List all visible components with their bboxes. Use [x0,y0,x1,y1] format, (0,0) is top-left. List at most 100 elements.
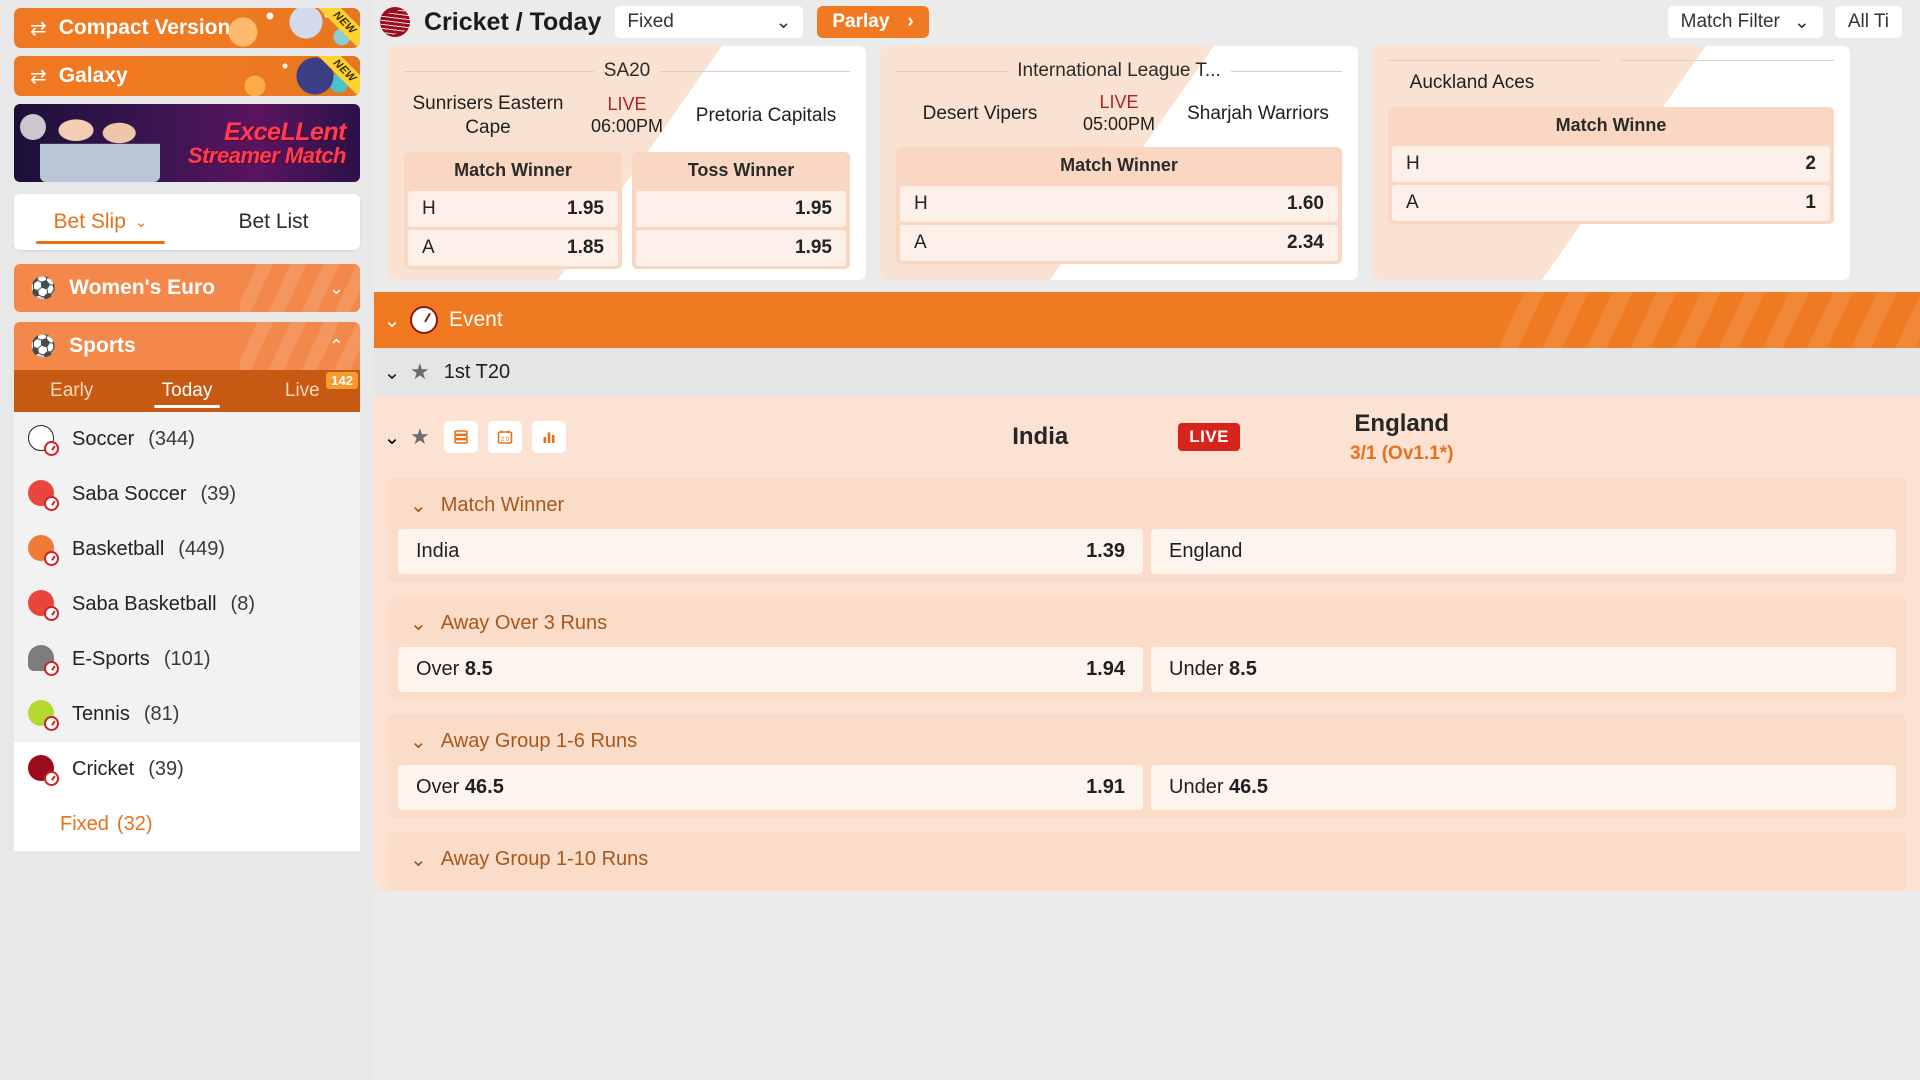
section-womens-euro[interactable]: ⚽ Women's Euro ⌄ [14,264,360,312]
market-title: Away Group 1-6 Runs [441,730,637,753]
betslip-card: Bet Slip ⌄ Bet List [14,194,360,250]
chevron-down-icon: ⌄ [1794,11,1810,34]
parlay-label: Parlay [832,11,889,33]
live-badge: LIVE [1178,423,1240,451]
market-type-value: Fixed [627,11,673,33]
promo-galaxy[interactable]: ⇄ Galaxy NEW [14,56,360,96]
sport-label: Basketball [72,538,164,561]
match-card[interactable]: International League T... Desert Vipers … [880,46,1358,280]
selection[interactable]: Over 8.5 1.94 [398,647,1143,692]
chevron-down-icon[interactable]: ⌄ [374,360,410,385]
tab-bet-slip-label: Bet Slip [54,210,126,234]
promo-artwork [210,8,360,48]
chevron-down-icon[interactable]: ⌄ [374,308,410,333]
selection[interactable]: India 1.39 [398,529,1143,574]
section-sports[interactable]: ⚽ Sports ⌃ [14,322,360,370]
selection[interactable]: Under 46.5 [1151,765,1896,810]
sport-row-e-sports[interactable]: E-Sports (101) [14,632,360,687]
sport-row-basketball[interactable]: Basketball (449) [14,522,360,577]
selection-prefix: Under [1169,776,1223,798]
market-type-select[interactable]: Fixed ⌄ [615,6,803,38]
market-header[interactable]: ⌄ Away Group 1-10 Runs [388,838,1906,883]
sub-tab-today-label: Today [162,380,213,402]
main-content: Cricket / Today Fixed ⌄ Parlay › Match F… [374,0,1920,1080]
match-card[interactable]: SA20 Sunrisers Eastern Cape LIVE 06:00PM… [388,46,866,280]
selection[interactable]: England [1151,529,1896,574]
swap-icon: ⇄ [30,64,47,89]
live-count-badge: 142 [326,372,358,389]
section-womens-euro-label: Women's Euro [69,276,215,300]
card-market: Toss Winner 1.95 1.95 [632,152,850,269]
saba-soccer-icon [28,480,58,510]
star-icon[interactable]: ★ [410,424,430,450]
promo-label: Compact Version [59,16,231,40]
card-odd-row[interactable]: 1.95 [636,191,846,227]
event-header-bar[interactable]: ⌄ Event [374,292,1920,348]
card-markets: Match Winne H 2 A 1 [1388,107,1834,224]
statistics-icon[interactable] [532,421,566,453]
sub-tab-early[interactable]: Early [14,370,129,412]
sport-row-tennis[interactable]: Tennis (81) [14,687,360,742]
sport-row-saba-soccer[interactable]: Saba Soccer (39) [14,467,360,522]
market-header[interactable]: ⌄ Away Over 3 Runs [388,602,1906,647]
sport-label: Tennis [72,703,130,726]
market-block: ⌄ Away Over 3 Runs Over 8.5 1.94 Under [388,596,1906,700]
market-header[interactable]: ⌄ Match Winner [388,484,1906,529]
match-filter-select[interactable]: Match Filter ⌄ [1668,6,1823,38]
parlay-button[interactable]: Parlay › [817,6,928,38]
selection-label: Under 46.5 [1169,776,1268,799]
page-title: Cricket / Today [424,8,601,37]
selection-label: England [1169,540,1242,563]
sidebar: ⇄ Compact Version NEW ⇄ Galaxy NEW ExceL… [0,0,374,1080]
sport-label: Saba Basketball [72,593,217,616]
promo-compact-version[interactable]: ⇄ Compact Version NEW [14,8,360,48]
card-odd-row[interactable]: A 2.34 [900,225,1338,261]
card-odd-row[interactable]: A 1.85 [408,230,618,266]
sport-row-saba-basketball[interactable]: Saba Basketball (8) [14,577,360,632]
card-live-label: LIVE [1099,92,1138,112]
match-cards-strip[interactable]: SA20 Sunrisers Eastern Cape LIVE 06:00PM… [374,44,1920,290]
card-odd-row[interactable]: H 1.95 [408,191,618,227]
sports-sub-tabs: Early Today Live 142 [14,370,360,412]
card-odd-row[interactable]: A 1 [1392,185,1830,221]
chevron-right-icon: › [907,11,913,33]
star-icon[interactable]: ★ [410,359,430,385]
card-home-team: Sunrisers Eastern Cape [404,92,572,140]
sub-tab-live[interactable]: Live 142 [245,370,360,412]
sport-row-cricket[interactable]: Cricket (39) [14,742,360,797]
sport-label: Soccer [72,428,134,451]
soccer-icon [28,425,58,455]
tab-bet-slip[interactable]: Bet Slip ⌄ [14,194,187,250]
match-action-buttons: 2:0 [444,421,566,453]
chevron-down-icon[interactable]: ⌄ [374,425,410,450]
card-league-name: International League T... [1017,60,1221,82]
league-row[interactable]: ⌄ ★ 1st T20 [374,348,1920,396]
card-odd-row[interactable]: 1.95 [636,230,846,266]
card-market: Match Winne H 2 A 1 [1388,107,1834,224]
card-odd-row[interactable]: H 2 [1392,146,1830,182]
market-title: Match Winner [441,494,564,517]
card-odd-row[interactable]: H 1.60 [900,186,1338,222]
match-calendar-icon[interactable]: 2:0 [488,421,522,453]
market-header[interactable]: ⌄ Away Group 1-6 Runs [388,720,1906,765]
card-market: Match Winner H 1.60 A 2.34 [896,147,1342,264]
time-filter-select[interactable]: All Ti [1835,6,1902,38]
match-block: ⌄ ★ 2:0 India LIVE [374,396,1920,891]
tab-bet-list[interactable]: Bet List [187,194,360,250]
selection[interactable]: Over 46.5 1.91 [398,765,1143,810]
banner-line-1: ExceLLent [188,120,346,145]
card-markets: Match Winner H 1.60 A 2.34 [896,147,1342,264]
sub-tab-today[interactable]: Today [129,370,244,412]
market-selections: Over 46.5 1.91 Under 46.5 [388,765,1906,810]
time-filter-label: All Ti [1848,11,1889,33]
odd-value: 1.85 [567,237,604,259]
selection[interactable]: Under 8.5 [1151,647,1896,692]
scoreboard-icon[interactable] [444,421,478,453]
card-away-team: Pretoria Capitals [682,104,850,128]
streamer-match-banner[interactable]: ExceLLent Streamer Match [14,104,360,182]
section-sports-label: Sports [69,334,136,358]
sport-row-soccer[interactable]: Soccer (344) [14,412,360,467]
sport-count: (344) [148,428,195,451]
match-card[interactable]: Auckland Aces Match Winne H 2 [1372,46,1850,280]
sport-subitem-fixed[interactable]: Fixed (32) [14,797,360,851]
